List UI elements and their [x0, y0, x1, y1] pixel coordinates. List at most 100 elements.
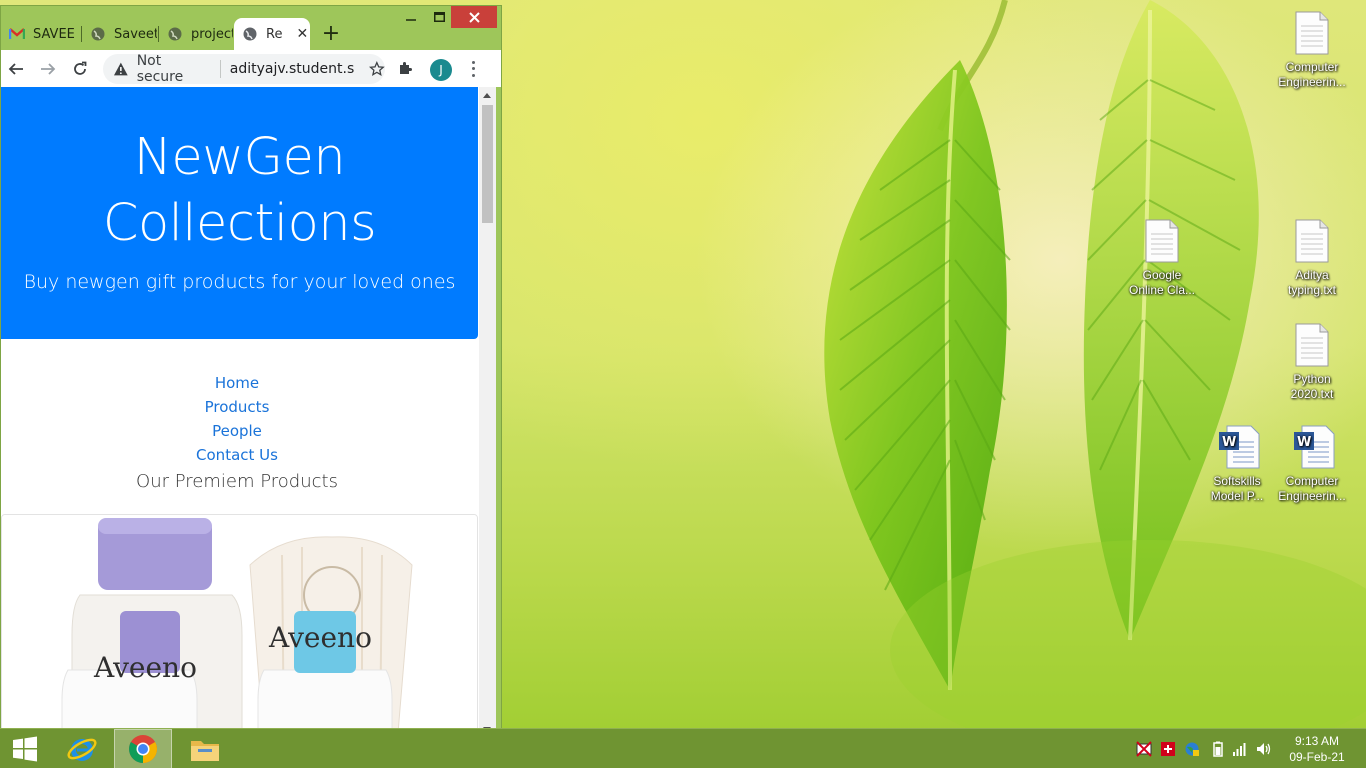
- desktop-icon-softskills-doc[interactable]: W Softskills Model P...: [1200, 424, 1274, 504]
- tab-strip: SAVEE Saveet project Re ✕ +: [1, 6, 501, 50]
- tab-label: project: [191, 26, 233, 42]
- windows-logo-icon: [13, 736, 37, 762]
- more-menu-icon[interactable]: [467, 59, 479, 79]
- security-status[interactable]: Not secure: [137, 53, 211, 85]
- jumbotron: NewGen Collections Buy newgen gift produ…: [1, 87, 478, 339]
- svg-text:W: W: [1222, 435, 1236, 450]
- maximize-button[interactable]: [425, 6, 453, 28]
- speaker-icon[interactable]: [1256, 741, 1272, 757]
- divider: [219, 60, 221, 78]
- title-line-2: Collections: [102, 194, 377, 253]
- tab-label: SAVEE: [33, 26, 75, 42]
- word-document-icon: W: [1292, 424, 1335, 470]
- extensions-button[interactable]: [398, 60, 414, 80]
- desktop-icon-label: Computer: [1285, 474, 1339, 488]
- desktop-icon-label: Engineerin...: [1278, 75, 1346, 89]
- desktop-icon-label: Softskills: [1213, 474, 1261, 488]
- brand-text-left: Aveeno: [93, 651, 197, 684]
- page-title: NewGen Collections: [1, 87, 478, 257]
- close-icon[interactable]: ✕: [296, 26, 308, 42]
- back-button[interactable]: [5, 58, 27, 80]
- system-clock[interactable]: 9:13 AM 09-Feb-21: [1280, 733, 1354, 765]
- tab-gmail[interactable]: SAVEE: [1, 18, 81, 50]
- desktop-icon-python-2020[interactable]: Python 2020.txt: [1275, 322, 1349, 402]
- maximize-icon: [433, 12, 445, 22]
- taskbar-chrome[interactable]: [114, 729, 172, 768]
- text-file-icon: [1142, 218, 1182, 264]
- arrow-right-icon: [41, 63, 56, 75]
- svg-text:W: W: [1297, 435, 1311, 450]
- scroll-thumb[interactable]: [482, 105, 493, 223]
- tab-saveetha[interactable]: Saveet: [82, 18, 157, 50]
- taskbar: 9:13 AM 09-Feb-21: [0, 728, 1366, 768]
- puzzle-icon: [400, 62, 412, 74]
- gmail-icon: [9, 26, 25, 42]
- word-document-icon: W: [1217, 424, 1260, 470]
- desktop-icon-google-online-class[interactable]: Google Online Cla...: [1125, 218, 1199, 298]
- forward-button[interactable]: [37, 58, 59, 80]
- window-close-button[interactable]: [451, 6, 497, 28]
- globe-icon: [90, 26, 106, 42]
- desktop-icon-label: Computer: [1285, 60, 1339, 74]
- section-heading: Our Premiem Products: [136, 471, 338, 492]
- brand-text-right: Aveeno: [268, 621, 372, 654]
- reload-button[interactable]: [69, 58, 91, 80]
- nav-link-people[interactable]: People: [1, 419, 473, 443]
- security-shield-icon[interactable]: [1160, 741, 1176, 757]
- desktop-icon-label: Python: [1293, 372, 1331, 386]
- clock-date: 09-Feb-21: [1289, 750, 1345, 764]
- internet-explorer-icon: [67, 738, 97, 761]
- text-file-icon: [1292, 218, 1332, 264]
- tab-label: Re: [266, 26, 283, 42]
- clock-time: 9:13 AM: [1294, 734, 1340, 748]
- star-icon[interactable]: [369, 61, 385, 77]
- nav-link-contact[interactable]: Contact Us: [1, 443, 473, 467]
- warning-icon[interactable]: [113, 61, 129, 77]
- tab-label: Saveet: [114, 26, 157, 42]
- new-tab-button[interactable]: +: [319, 23, 343, 47]
- page-scrollbar[interactable]: [479, 87, 496, 735]
- main-nav: Home Products People Contact Us: [1, 371, 473, 467]
- arrow-left-icon: [8, 63, 23, 75]
- browser-window: SAVEE Saveet project Re ✕ + Not secure a…: [0, 5, 502, 735]
- network-warning-icon[interactable]: [1136, 741, 1152, 757]
- page-subtitle: Buy newgen gift products for your loved …: [23, 271, 456, 293]
- tab-active[interactable]: Re ✕: [234, 18, 310, 50]
- product-image: Aveeno Aveeno: [2, 515, 477, 735]
- desktop-icon-computer-engineering-txt[interactable]: Computer Engineerin...: [1275, 10, 1349, 90]
- url-text[interactable]: adityajv.student.sa...: [230, 61, 356, 77]
- desktop-icon-label: Google: [1142, 268, 1182, 282]
- globe-icon: [242, 26, 258, 42]
- nav-link-home[interactable]: Home: [1, 371, 473, 395]
- profile-avatar[interactable]: J: [430, 59, 452, 81]
- folder-icon: [191, 741, 219, 761]
- desktop-icon-label: Aditya: [1295, 268, 1329, 282]
- taskbar-file-explorer[interactable]: [180, 729, 230, 768]
- close-icon: [468, 11, 480, 23]
- nav-link-products[interactable]: Products: [1, 395, 473, 419]
- start-button[interactable]: [0, 729, 50, 768]
- product-card[interactable]: Aveeno Aveeno: [1, 514, 478, 735]
- desktop-icon-label: 2020.txt: [1290, 387, 1334, 401]
- address-bar[interactable]: Not secure adityajv.student.sa...: [103, 53, 385, 85]
- scroll-up-icon[interactable]: [483, 93, 491, 98]
- taskbar-internet-explorer[interactable]: [58, 729, 106, 768]
- signal-icon[interactable]: [1232, 741, 1248, 757]
- desktop-icon-aditya-typing[interactable]: Aditya typing.txt: [1275, 218, 1349, 298]
- text-file-icon: [1292, 10, 1332, 56]
- reload-icon: [74, 61, 87, 75]
- browser-toolbar: Not secure adityajv.student.sa... J: [1, 50, 501, 87]
- text-file-icon: [1292, 322, 1332, 368]
- globe-icon: [167, 26, 183, 42]
- globe-tray-icon[interactable]: [1184, 741, 1200, 757]
- desktop-icon-label: Online Cla...: [1128, 283, 1196, 297]
- desktop-icon-computer-engineering-doc[interactable]: W Computer Engineerin...: [1275, 424, 1349, 504]
- desktop-icon-label: typing.txt: [1287, 283, 1337, 297]
- desktop-icon-label: Engineerin...: [1278, 489, 1346, 503]
- tab-project[interactable]: project: [159, 18, 233, 50]
- minimize-button[interactable]: [397, 6, 425, 28]
- battery-icon[interactable]: [1212, 741, 1224, 757]
- title-line-1: NewGen: [133, 128, 346, 187]
- page-viewport: NewGen Collections Buy newgen gift produ…: [1, 87, 479, 735]
- chrome-icon: [129, 735, 157, 763]
